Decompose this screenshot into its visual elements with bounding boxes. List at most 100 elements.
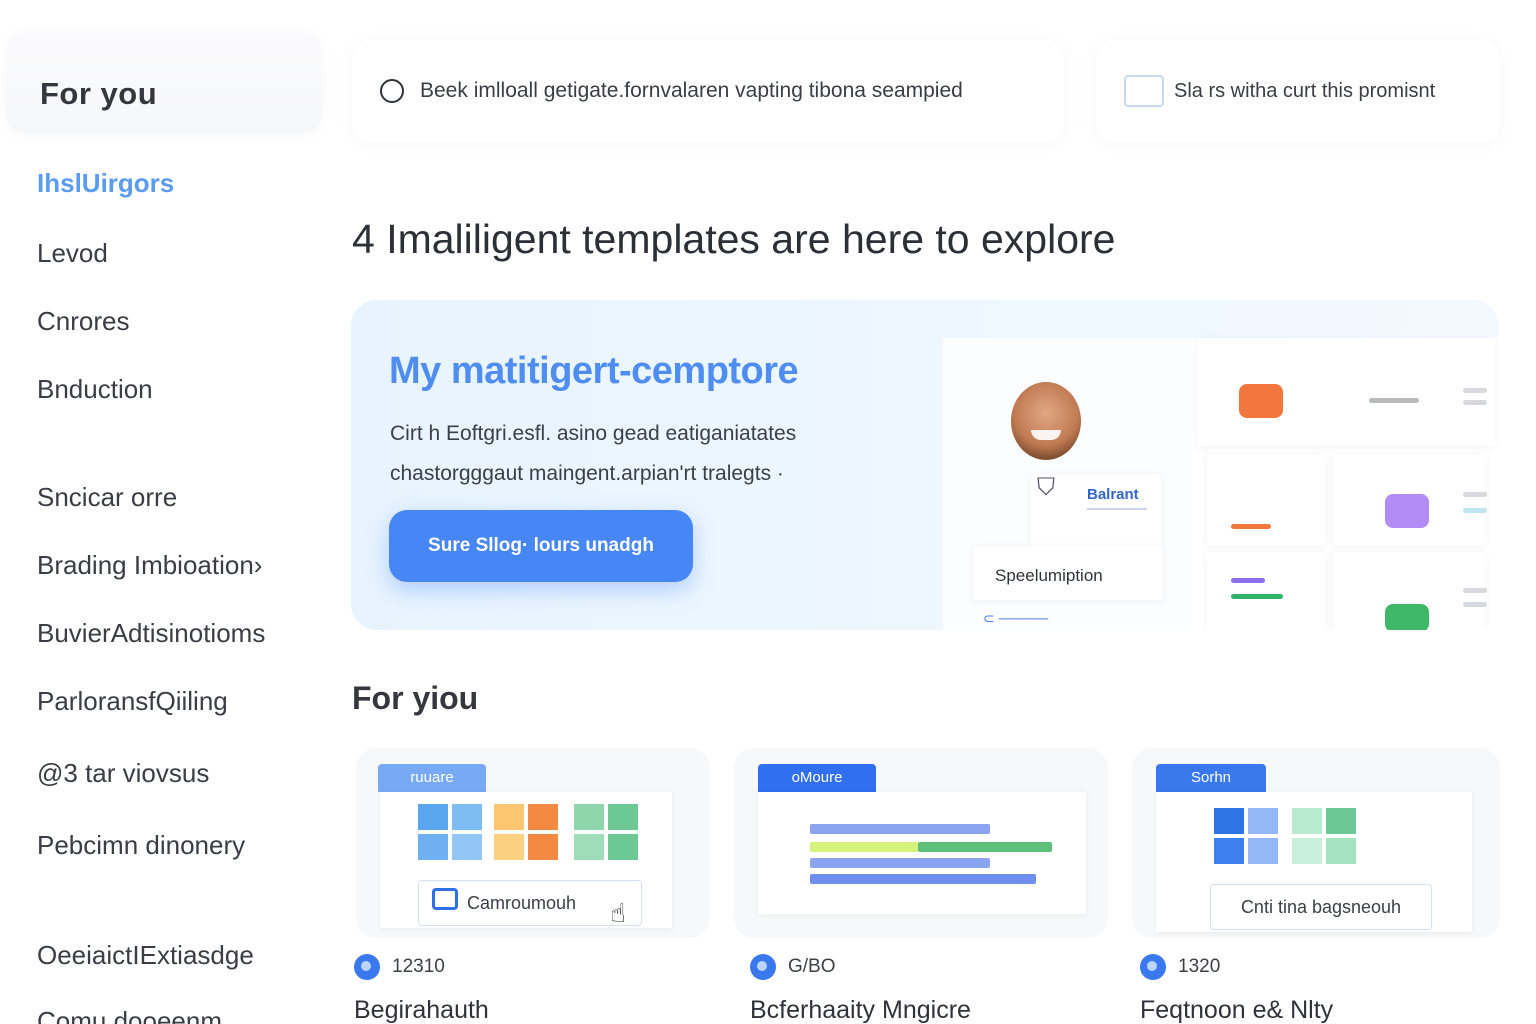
sidebar-item-pebcimn[interactable]: Pebcimn dinonery [37,830,245,861]
grid-cell [1326,838,1356,864]
hero-preview: ⛉ Balrant Speelumiption ⊂ ───── [943,338,1499,630]
sidebar-item-comu[interactable]: Comu dooeenm [37,1006,222,1024]
page-headline: 4 Imaliligent templates are here to expl… [352,216,1116,262]
bar [918,842,1052,852]
grid-cell [1248,838,1278,864]
preview-line [1463,588,1487,593]
preview-tile [1207,552,1325,630]
card-tab: Sorhn [1156,764,1266,792]
avatar [1011,382,1081,460]
bar [810,874,1036,884]
badge-icon [1140,954,1166,980]
search-bar [352,40,1064,142]
sidebar-item-sncicar[interactable]: Sncicar orre [37,482,177,513]
preview-line [1231,578,1265,583]
badge-icon [750,954,776,980]
card-chip[interactable]: Cnti tina bagsneouh [1210,884,1432,930]
search-icon[interactable] [380,79,404,103]
sidebar: For you IhslUirgors Levod Cnrores Bnduct… [0,0,330,1024]
preview-line [1463,400,1487,405]
card-3-title[interactable]: Feqtnoon e& Nlty [1140,996,1333,1024]
grid-cell [528,804,558,830]
promo-text: Sla rs witha curt this promisnt [1174,79,1436,102]
hero-banner: My matitigert-cemptore Cirt h Eoftgri.es… [351,300,1499,630]
preview-line [1231,524,1271,529]
preview-line [1369,398,1419,403]
grid-cell [494,804,524,830]
promo-checkbox[interactable] [1124,75,1164,107]
chat-icon [432,888,458,910]
grid-cell [1292,808,1322,834]
profile-preview-panel: ⛉ Balrant Speelumiption ⊂ ───── [943,338,1191,630]
cursor-icon: ☝ [610,898,626,928]
bar [810,824,990,834]
preview-line [1463,508,1487,513]
template-card-3[interactable]: Sorhn Cnti tina bagsneouh [1132,748,1500,938]
card-meta-value: 1320 [1178,956,1221,977]
sidebar-item-oeeiaict[interactable]: OeeiaictIExtiasdge [37,940,254,971]
spec-row: Speelumiption [973,546,1163,600]
hero-cta-button[interactable]: Sure Sllog· lours unadgh [389,510,693,582]
card-1-title[interactable]: Begirahauth [354,996,489,1024]
bar [810,842,918,852]
card-1-meta: 12310 [354,954,445,980]
grid-cell [1292,838,1322,864]
sidebar-item-bnduction[interactable]: Bnduction [37,374,153,405]
preview-line [1463,602,1487,607]
template-card-1[interactable]: ruuare Camroumouh ☝ [356,748,710,938]
card-meta-value: 12310 [392,956,445,977]
brand-tag: ⛉ Balrant [1031,474,1161,546]
refresh-icon [1385,604,1429,630]
link-icon: ⊂ ───── [983,610,1049,626]
hero-description-line-2: chastorgggaut maingent.arpian'rt tralegt… [390,462,784,485]
shield-icon: ⛉ [1037,474,1055,501]
bar [810,858,990,868]
sidebar-title: For you [40,76,158,111]
sidebar-item-ihsluirgors[interactable]: IhslUirgors [37,168,174,199]
card-tab: ruuare [378,764,486,792]
card-meta-value: G/BO [788,956,836,977]
sidebar-item-parlorans[interactable]: ParloransfQiiling [37,686,228,717]
grid-cell [452,834,482,860]
brand-underline [1087,508,1147,510]
grid-cell [574,804,604,830]
search-input[interactable] [420,79,1060,103]
grid-cell [1248,808,1278,834]
grid-cell [608,834,638,860]
grid-cell [452,804,482,830]
preview-line [1463,388,1487,393]
grid-cell [1214,838,1244,864]
card-3-meta: 1320 [1140,954,1220,980]
grid-cell [528,834,558,860]
preview-line [1463,492,1487,497]
grid-cell [418,834,448,860]
sidebar-item-cnrores[interactable]: Cnrores [37,306,129,337]
preview-tile [1207,454,1325,546]
template-grid-preview [1193,338,1499,630]
sidebar-item-brading[interactable]: Brading Imbioation› [37,550,262,581]
badge-icon [354,954,380,980]
card-2-title[interactable]: Bcferhaaity Mngicre [750,996,971,1024]
sidebar-item-levod[interactable]: Levod [37,238,108,269]
sidebar-item-tar-viovsus[interactable]: @3 tar viovsus [37,758,209,789]
sidebar-item-buvier[interactable]: BuvierAdtisinotioms [37,618,265,649]
card-preview [758,792,1086,914]
hero-title: My matitigert-cemptore [389,350,799,392]
card-tab: oMoure [758,764,876,792]
brand-label: Balrant [1087,486,1139,503]
grid-cell [1214,808,1244,834]
promo-banner[interactable]: Sla rs witha curt this promisnt [1096,40,1500,142]
eye-icon [1239,384,1283,418]
card-2-meta: G/BO [750,954,836,980]
grid-cell [494,834,524,860]
bubble-icon [1385,494,1429,528]
grid-cell [418,804,448,830]
grid-cell [574,834,604,860]
template-card-2[interactable]: oMoure [734,748,1108,938]
section-title: For yiou [352,680,479,716]
grid-cell [608,804,638,830]
preview-line [1231,594,1283,599]
grid-cell [1326,808,1356,834]
hero-description: Cirt h Eoftgri.esfl. asino gead eatigani… [390,414,910,494]
hero-description-line-1: Cirt h Eoftgri.esfl. asino gead eatigani… [390,422,797,445]
